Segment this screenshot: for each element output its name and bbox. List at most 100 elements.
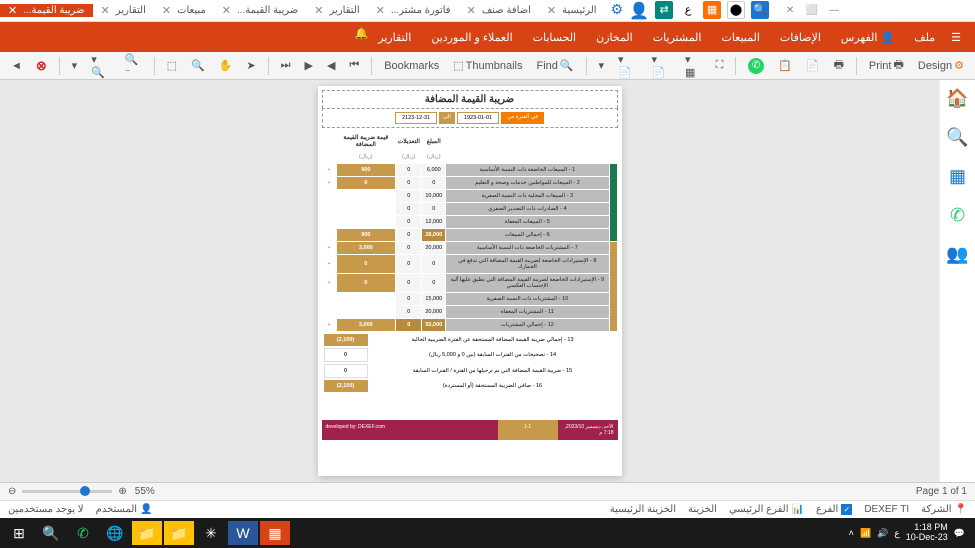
menu-file[interactable]: ملف: [904, 31, 945, 44]
zoom-plus-icon[interactable]: ⊕: [118, 486, 126, 497]
first-page-icon[interactable]: ⏮: [344, 56, 364, 75]
tab-label: ضريبة القيمة...: [23, 5, 84, 16]
tab-label: الرئيسية: [562, 5, 596, 16]
app-task-icon[interactable]: ▦: [260, 521, 290, 545]
h-vat: قيمة ضريبة القيمة المضافة: [336, 132, 396, 151]
translate-icon[interactable]: ⇄: [655, 1, 673, 19]
check-icon[interactable]: ✓: [841, 504, 852, 515]
tab-home[interactable]: الرئيسية✕: [539, 4, 605, 17]
people-icon[interactable]: 👥: [946, 244, 968, 265]
menu-index[interactable]: 👤 الفهرس: [831, 31, 904, 44]
wifi-icon[interactable]: 📶: [860, 528, 871, 539]
page-icon[interactable]: ▾ 📄: [613, 50, 643, 82]
lang-task[interactable]: ع: [894, 528, 899, 539]
notif-icon[interactable]: 💬: [954, 528, 965, 539]
menu-sales[interactable]: المبيعات: [711, 31, 769, 44]
period-label: في الفترة من: [501, 112, 544, 124]
sound-icon[interactable]: 🔊: [877, 528, 888, 539]
report-viewer: ضريبة القيمة المضافة في الفترة من 1923-0…: [0, 80, 939, 482]
lang-icon[interactable]: ع: [679, 1, 697, 19]
menu-customers[interactable]: العملاء و الموردين: [421, 31, 522, 44]
close-icon[interactable]: ⊗: [31, 55, 52, 77]
to-label: الى: [439, 112, 455, 124]
zoom-slider[interactable]: [22, 490, 112, 493]
tab-label: ضريبة القيمة...: [237, 5, 298, 16]
export-icon[interactable]: 📋: [773, 56, 797, 75]
printer-icon[interactable]: 🖶: [829, 53, 849, 78]
pin-icon: 📍: [955, 504, 967, 515]
search-rail-icon[interactable]: 🔍: [946, 127, 968, 148]
tab-invoice[interactable]: فاتورة مشتر...✕: [368, 4, 459, 17]
slack-icon[interactable]: ✳: [196, 521, 226, 545]
max-window[interactable]: ⬜: [805, 4, 819, 18]
search-icon[interactable]: 🔍: [751, 1, 769, 19]
page2-icon[interactable]: ▾ 📄: [647, 50, 677, 82]
menu-accounts[interactable]: الحسابات: [523, 31, 586, 44]
tab-label: مبيعات: [177, 5, 206, 16]
report-toolbar: ◄ ⊗ ▾ ▾ 🔍 🔍⁻ ⬚ 🔍 ✋ ➤ ⏭ ▶ ◀ ⏮ Bookmarks ⬚…: [0, 52, 975, 80]
grid-icon[interactable]: ▾ ▦: [680, 50, 707, 82]
whatsapp-icon[interactable]: ✆: [743, 55, 769, 77]
page3-icon[interactable]: 📄: [801, 56, 825, 75]
expand-icon[interactable]: ⛶: [711, 56, 729, 75]
clock[interactable]: 1:18 PM 10-Dec-23: [906, 523, 948, 543]
menu-stores[interactable]: المخازن: [586, 31, 643, 44]
zoom-dd[interactable]: ▾ 🔍: [86, 50, 116, 82]
bookmarks-btn[interactable]: Bookmarks: [379, 57, 444, 75]
zoom-out-icon[interactable]: 🔍⁻: [120, 50, 147, 82]
close-window[interactable]: ✕: [783, 4, 797, 18]
last-page-icon[interactable]: ⏭: [276, 56, 296, 75]
zoom-in-icon[interactable]: 🔍: [186, 56, 210, 75]
bell-icon[interactable]: 🔔: [348, 27, 368, 47]
dd2[interactable]: ▾: [593, 56, 609, 75]
start-icon[interactable]: ⊞: [4, 521, 34, 545]
chrome-icon[interactable]: 🌐: [100, 521, 130, 545]
person-icon[interactable]: 👤: [629, 1, 649, 21]
whatsapp-task-icon[interactable]: ✆: [68, 521, 98, 545]
search-task-icon[interactable]: 🔍: [36, 521, 66, 545]
next-page-icon[interactable]: ▶: [299, 56, 317, 75]
tab-vat-active[interactable]: ضريبة القيمة...✕: [0, 4, 93, 17]
tray-up-icon[interactable]: ˄: [849, 528, 854, 538]
tab-sales[interactable]: مبيعات✕: [154, 4, 214, 17]
report-page: ضريبة القيمة المضافة في الفترة من 1923-0…: [318, 86, 622, 476]
gear-icon[interactable]: ⚙: [611, 1, 624, 21]
app-icon[interactable]: ▦: [703, 1, 721, 19]
brand: DEXEF TI: [864, 504, 909, 515]
user-icon: 👤: [140, 504, 152, 515]
find-btn[interactable]: Find 🔍: [531, 56, 578, 75]
print-btn[interactable]: Print 🖶: [864, 53, 909, 78]
tab-vat[interactable]: ضريبة القيمة...✕: [214, 4, 307, 17]
prev-page-icon[interactable]: ◀: [322, 56, 340, 75]
min-window[interactable]: —: [827, 4, 841, 18]
h-amount: المبلغ: [422, 132, 446, 151]
tab-label: اضافة صنف: [482, 5, 531, 16]
select-icon[interactable]: ⬚: [162, 56, 182, 75]
tab-add-item[interactable]: اضافة صنف✕: [459, 4, 539, 17]
hand-icon[interactable]: ✋: [214, 56, 238, 75]
record-icon[interactable]: ⬤: [727, 1, 745, 19]
apps-icon[interactable]: ▦: [949, 166, 966, 187]
menu-purchases[interactable]: المشتريات: [643, 31, 712, 44]
tool-arrow[interactable]: ◄: [6, 57, 27, 75]
cursor-icon[interactable]: ➤: [241, 56, 260, 75]
tab-reports2[interactable]: التقارير✕: [93, 4, 154, 17]
whatsapp-rail-icon[interactable]: ✆: [950, 205, 965, 226]
menu-reports[interactable]: التقارير: [368, 31, 421, 44]
chart-icon: 📊: [792, 504, 804, 515]
thumbnails-btn[interactable]: ⬚ Thumbnails: [448, 56, 527, 75]
explorer-icon[interactable]: 📁: [164, 521, 194, 545]
status-bar: 📍الشركة DEXEF TI ✓الفرع 📊الفرع الرئيسي ا…: [0, 500, 975, 518]
menu-add[interactable]: الإضافات: [770, 31, 831, 44]
home-icon[interactable]: 🏠: [946, 88, 968, 109]
hamburger-icon[interactable]: ☰: [945, 31, 967, 44]
word-icon[interactable]: W: [228, 521, 258, 545]
tab-reports[interactable]: التقارير✕: [306, 4, 367, 17]
zoom-value: 55%: [135, 486, 155, 497]
dropdown-1[interactable]: ▾: [67, 56, 83, 75]
zoom-minus-icon[interactable]: ⊖: [8, 486, 16, 497]
design-btn[interactable]: Design ⚙: [913, 56, 969, 75]
page-info: Page 1 of 1: [916, 486, 967, 497]
date-from: 1923-01-01: [457, 112, 499, 124]
folder-icon[interactable]: 📁: [132, 521, 162, 545]
